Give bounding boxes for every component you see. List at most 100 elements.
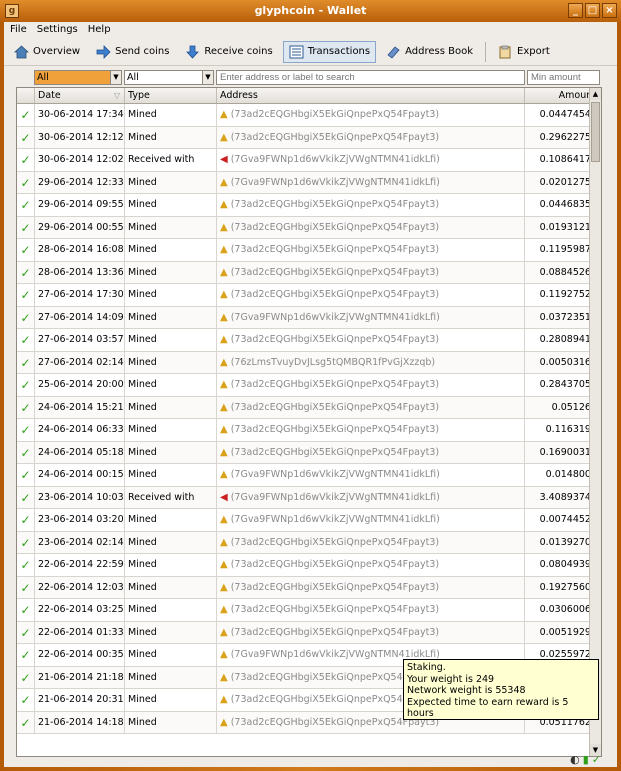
mined-icon: ▲ xyxy=(220,424,228,435)
tooltip-line-4: Expected time to earn reward is 5 hours xyxy=(407,696,569,720)
confirmed-check-icon: ✓ xyxy=(17,194,35,216)
chevron-down-icon: ▼ xyxy=(110,71,121,84)
table-row[interactable]: ✓ 24-06-2014 05:18 Mined ▲ (73ad2cEQGHbgiX5E… xyxy=(17,441,601,464)
row-address: ▲ (73ad2cEQGHbgiX5EkGiQnpePxQ54Fpayt3) xyxy=(217,554,525,576)
table-body: ✓ 30-06-2014 17:34 Mined ▲ (73ad2cEQGHbgiX5E… xyxy=(17,104,601,734)
table-row[interactable]: ✓ 27-06-2014 03:57 Mined ▲ (73ad2cEQGHbgiX5E… xyxy=(17,329,601,352)
address-text: (73ad2cEQGHbgiX5EkGiQnpePxQ54Fpayt3) xyxy=(230,221,440,233)
table-row[interactable]: ✓ 23-06-2014 10:03 Received with ◀ (7Gva9FWN… xyxy=(17,486,601,509)
menu-settings[interactable]: Settings xyxy=(37,24,78,38)
address-book-icon xyxy=(386,45,401,59)
row-type: Mined xyxy=(125,689,217,711)
table-row[interactable]: ✓ 29-06-2014 12:33 Mined ▲ (7Gva9FWNp1d6wVki… xyxy=(17,171,601,194)
table-row[interactable]: ✓ 24-06-2014 06:33 Mined ▲ (73ad2cEQGHbgiX5E… xyxy=(17,419,601,442)
table-row[interactable]: ✓ 29-06-2014 09:55 Mined ▲ (73ad2cEQGHbgiX5E… xyxy=(17,194,601,217)
address-text: (7Gva9FWNp1d6wVkikZjVWgNTMN41idkLfi) xyxy=(230,469,440,480)
table-row[interactable]: ✓ 23-06-2014 03:20 Mined ▲ (7Gva9FWNp1d6wVki… xyxy=(17,509,601,532)
mined-icon: ▲ xyxy=(220,671,228,683)
table-row[interactable]: ✓ 24-06-2014 15:21 Mined ▲ (73ad2cEQGHbgiX5E… xyxy=(17,396,601,419)
type-filter-combo[interactable]: All ▼ xyxy=(124,70,214,85)
row-date: 23-06-2014 10:03 xyxy=(35,486,125,508)
address-text: (7Gva9FWNp1d6wVkikZjVWgNTMN41idkLfi) xyxy=(230,176,440,188)
address-text: (73ad2cEQGHbgiX5EkGiQnpePxQ54Fpayt3) xyxy=(230,581,440,593)
table-row[interactable]: ✓ 24-06-2014 00:15 Mined ▲ (7Gva9FWNp1d6wVki… xyxy=(17,464,601,487)
table-row[interactable]: ✓ 27-06-2014 14:09 Mined ▲ (7Gva9FWNp1d6wVki… xyxy=(17,306,601,329)
table-row[interactable]: ✓ 27-06-2014 17:30 Mined ▲ (73ad2cEQGHbgiX5E… xyxy=(17,284,601,307)
vertical-scrollbar[interactable]: ▲ ▼ xyxy=(589,88,601,756)
maximize-icon[interactable]: □ xyxy=(585,3,600,18)
confirmed-check-icon: ✓ xyxy=(17,104,35,126)
row-address: ▲ (73ad2cEQGHbgiX5EkGiQnpePxQ54Fpayt3) xyxy=(217,284,525,306)
window-frame: g glyphcoin - Wallet _ □ × File Settings… xyxy=(0,0,621,771)
address-column-header[interactable]: Address xyxy=(217,88,525,103)
row-type: Mined xyxy=(125,531,217,553)
row-type: Received with xyxy=(125,149,217,171)
row-type: Mined xyxy=(125,509,217,531)
export-button[interactable]: Export xyxy=(492,41,556,63)
table-row[interactable]: ✓ 30-06-2014 12:02 Received with ◀ (7Gva9FWN… xyxy=(17,149,601,172)
status-column-header[interactable] xyxy=(17,88,35,103)
sync-check-icon[interactable]: ✓ xyxy=(592,753,601,766)
table-row[interactable]: ✓ 28-06-2014 16:08 Mined ▲ (73ad2cEQGHbgiX5E… xyxy=(17,239,601,262)
transactions-button[interactable]: Transactions xyxy=(282,40,377,63)
mined-icon: ▲ xyxy=(220,559,228,570)
address-text: (73ad2cEQGHbgiX5EkGiQnpePxQ54Fpayt3) xyxy=(230,334,440,345)
table-row[interactable]: ✓ 23-06-2014 02:14 Mined ▲ (73ad2cEQGHbgiX5E… xyxy=(17,531,601,554)
table-row[interactable]: ✓ 22-06-2014 03:25 Mined ▲ (73ad2cEQGHbgiX5E… xyxy=(17,599,601,622)
scroll-up-icon[interactable]: ▲ xyxy=(590,88,601,100)
row-address: ▲ (73ad2cEQGHbgiX5EkGiQnpePxQ54Fpayt3) xyxy=(217,374,525,396)
confirmed-check-icon: ✓ xyxy=(17,284,35,306)
minimize-icon[interactable]: _ xyxy=(568,3,583,18)
confirmed-check-icon: ✓ xyxy=(17,351,35,373)
table-row[interactable]: ✓ 25-06-2014 20:00 Mined ▲ (73ad2cEQGHbgiX5E… xyxy=(17,374,601,397)
row-address: ▲ (7Gva9FWNp1d6wVkikZjVWgNTMN41idkLfi) xyxy=(217,171,525,193)
row-address: ▲ (73ad2cEQGHbgiX5EkGiQnpePxQ54Fpayt3) xyxy=(217,261,525,283)
table-row[interactable]: ✓ 22-06-2014 22:59 Mined ▲ (73ad2cEQGHbgiX5E… xyxy=(17,554,601,577)
toolbar: Overview Send coins Receive coins Transa… xyxy=(4,38,617,66)
mined-icon: ▲ xyxy=(220,244,228,255)
connections-icon[interactable]: ▮ xyxy=(583,753,589,766)
scrollbar-thumb[interactable] xyxy=(591,102,600,162)
menu-file[interactable]: File xyxy=(10,24,27,38)
confirmed-check-icon: ✓ xyxy=(17,329,35,351)
address-text: (73ad2cEQGHbgiX5EkGiQnpePxQ54Fpayt3) xyxy=(230,379,440,390)
menu-help[interactable]: Help xyxy=(88,24,111,38)
address-book-button[interactable]: Address Book xyxy=(380,41,479,63)
date-column-header[interactable]: Date ▽ xyxy=(35,88,125,103)
row-date: 22-06-2014 01:33 xyxy=(35,621,125,643)
row-date: 21-06-2014 14:18 xyxy=(35,711,125,733)
row-date: 25-06-2014 20:00 xyxy=(35,374,125,396)
receive-coins-button[interactable]: Receive coins xyxy=(179,41,278,63)
sort-indicator-icon: ▽ xyxy=(113,91,120,100)
list-icon xyxy=(289,45,304,59)
table-row[interactable]: ✓ 22-06-2014 01:33 Mined ▲ (73ad2cEQGHbgiX5E… xyxy=(17,621,601,644)
confirmed-check-icon: ✓ xyxy=(17,644,35,666)
row-date: 27-06-2014 03:57 xyxy=(35,329,125,351)
table-row[interactable]: ✓ 30-06-2014 17:34 Mined ▲ (73ad2cEQGHbgiX5E… xyxy=(17,104,601,127)
type-column-header[interactable]: Type xyxy=(125,88,217,103)
home-icon xyxy=(13,44,30,59)
transactions-table: Date ▽ Type Address Amount ✓ 30-06-2014 1… xyxy=(16,87,602,757)
confirmed-check-icon: ✓ xyxy=(17,239,35,261)
title-bar[interactable]: g glyphcoin - Wallet _ □ × xyxy=(0,0,621,22)
close-icon[interactable]: × xyxy=(602,3,617,18)
export-icon xyxy=(498,45,513,59)
row-type: Mined xyxy=(125,441,217,463)
mined-icon: ▲ xyxy=(220,131,228,143)
table-row[interactable]: ✓ 27-06-2014 02:14 Mined ▲ (76zLmsTvuyDvJLsg… xyxy=(17,351,601,374)
row-type: Mined xyxy=(125,621,217,643)
date-filter-combo[interactable]: All ▼ xyxy=(34,70,122,85)
row-address: ▲ (7Gva9FWNp1d6wVkikZjVWgNTMN41idkLfi) xyxy=(217,509,525,531)
menu-bar: File Settings Help xyxy=(4,22,617,38)
staking-icon[interactable]: ◐ xyxy=(570,753,580,766)
table-row[interactable]: ✓ 29-06-2014 00:55 Mined ▲ (73ad2cEQGHbgiX5E… xyxy=(17,216,601,239)
table-row[interactable]: ✓ 28-06-2014 13:36 Mined ▲ (73ad2cEQGHbgiX5E… xyxy=(17,261,601,284)
search-input[interactable] xyxy=(216,70,525,85)
row-date: 30-06-2014 12:02 xyxy=(35,149,125,171)
min-amount-input[interactable] xyxy=(527,70,600,85)
overview-button[interactable]: Overview xyxy=(8,41,86,63)
table-row[interactable]: ✓ 22-06-2014 12:03 Mined ▲ (73ad2cEQGHbgiX5E… xyxy=(17,576,601,599)
table-row[interactable]: ✓ 30-06-2014 12:12 Mined ▲ (73ad2cEQGHbgiX5E… xyxy=(17,126,601,149)
row-address: ▲ (73ad2cEQGHbgiX5EkGiQnpePxQ54Fpayt3) xyxy=(217,194,525,216)
send-coins-button[interactable]: Send coins xyxy=(90,41,175,63)
